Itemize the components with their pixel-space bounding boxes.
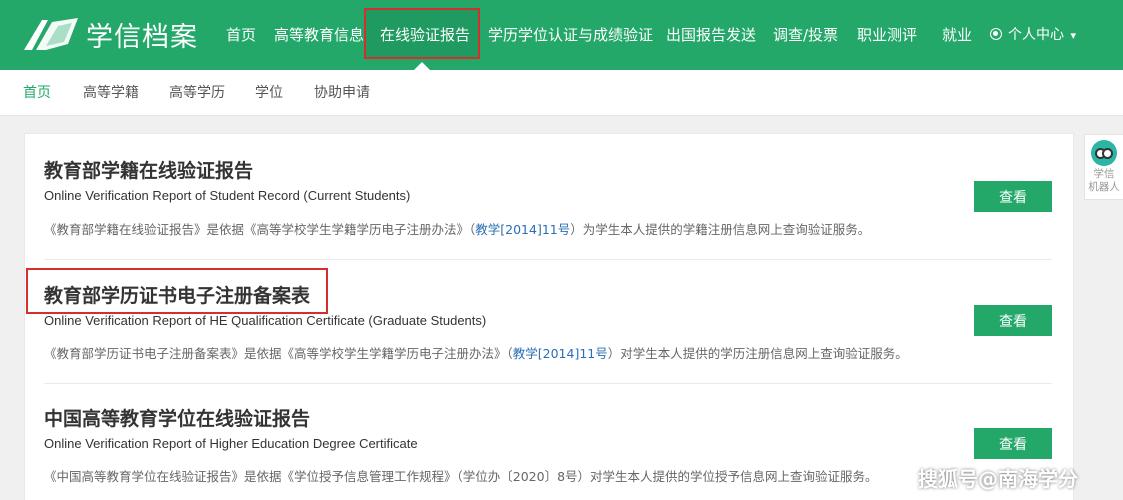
- nav-certification-verification[interactable]: 学历学位认证与成绩验证: [488, 0, 653, 70]
- nav-overseas-report[interactable]: 出国报告发送: [666, 0, 756, 70]
- divider: [44, 259, 1052, 260]
- report-description: 《教育部学历证书电子注册备案表》是依据《高等学校学生学籍学历电子注册办法》（教学…: [44, 346, 908, 361]
- active-tab-caret: [414, 62, 430, 70]
- report-title: 教育部学籍在线验证报告: [44, 160, 254, 182]
- user-center-label: 个人中心: [1008, 27, 1064, 43]
- report-description: 《中国高等教育学位在线验证报告》是依据《学位授予信息管理工作规程》（学位办〔20…: [44, 469, 878, 484]
- sub-navbar: 首页 高等学籍 高等学历 学位 协助申请: [0, 70, 1123, 116]
- report-title: 教育部学历证书电子注册备案表: [44, 285, 311, 307]
- regulation-link[interactable]: 教学[2014]11号: [475, 222, 570, 237]
- report-description: 《教育部学籍在线验证报告》是依据《高等学校学生学籍学历电子注册办法》（教学[20…: [44, 222, 871, 237]
- robot-icon: [1091, 140, 1117, 166]
- robot-label-line2: 机器人: [1088, 181, 1120, 193]
- robot-label-line1: 学信: [1093, 168, 1115, 180]
- subnav-assist-application[interactable]: 协助申请: [314, 70, 370, 116]
- report-subtitle: Online Verification Report of Student Re…: [44, 188, 411, 203]
- report-title: 中国高等教育学位在线验证报告: [44, 408, 311, 430]
- watermark: 搜狐号@南海学分: [918, 467, 1078, 491]
- logo-text: 学信档案: [86, 21, 198, 53]
- report-subtitle: Online Verification Report of Higher Edu…: [44, 436, 418, 451]
- nav-home[interactable]: 首页: [226, 0, 256, 70]
- nav-employment[interactable]: 就业: [942, 0, 972, 70]
- report-item-student-record: 教育部学籍在线验证报告 Online Verification Report o…: [44, 156, 1052, 246]
- chevron-down-icon: ▾: [1070, 29, 1076, 42]
- nav-survey-vote[interactable]: 调查/投票: [773, 0, 838, 70]
- report-item-qualification-certificate: 教育部学历证书电子注册备案表 Online Verification Repor…: [44, 281, 1052, 371]
- xuexin-robot-widget[interactable]: 学信 机器人: [1084, 134, 1123, 200]
- subnav-student-record[interactable]: 高等学籍: [83, 70, 139, 116]
- subnav-home[interactable]: 首页: [23, 70, 51, 116]
- report-item-degree: 中国高等教育学位在线验证报告 Online Verification Repor…: [44, 404, 1052, 494]
- subnav-degree[interactable]: 学位: [255, 70, 283, 116]
- book-logo-icon: [24, 18, 78, 50]
- divider: [44, 383, 1052, 384]
- nav-career-assessment[interactable]: 职业测评: [857, 0, 917, 70]
- view-button[interactable]: 查看: [974, 181, 1052, 212]
- subnav-qualification[interactable]: 高等学历: [169, 70, 225, 116]
- view-button[interactable]: 查看: [974, 428, 1052, 459]
- report-subtitle: Online Verification Report of HE Qualifi…: [44, 313, 487, 328]
- nav-user-center[interactable]: 个人中心 ▾: [990, 0, 1076, 70]
- view-button[interactable]: 查看: [974, 305, 1052, 336]
- user-icon: [990, 28, 1002, 40]
- site-logo[interactable]: 学信档案: [22, 14, 198, 54]
- regulation-link[interactable]: 教学[2014]11号: [513, 346, 608, 361]
- top-navbar: 学信档案 首页 高等教育信息 在线验证报告 学历学位认证与成绩验证 出国报告发送…: [0, 0, 1123, 70]
- nav-higher-edu-info[interactable]: 高等教育信息: [274, 0, 364, 70]
- nav-online-verification-report[interactable]: 在线验证报告: [380, 0, 470, 70]
